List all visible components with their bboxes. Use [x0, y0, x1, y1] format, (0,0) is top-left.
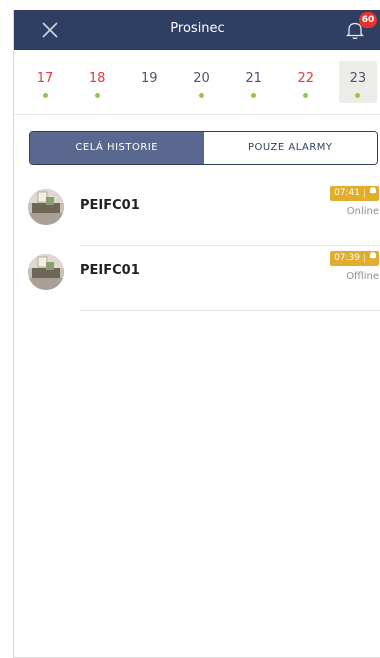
date-21[interactable]: 21 — [235, 61, 273, 103]
event-dot — [42, 93, 48, 98]
bell-small-icon — [369, 251, 377, 266]
list-item[interactable]: PEIFC01 07:41 Online — [14, 182, 380, 246]
avatar — [28, 189, 64, 225]
event-dot — [198, 93, 204, 98]
event-dot — [355, 93, 361, 98]
page-title: Prosinec — [170, 21, 225, 36]
history-filter: CELÁ HISTORIE POUZE ALARMY — [29, 131, 378, 165]
divider — [80, 310, 380, 311]
divider — [80, 245, 380, 246]
app-screen: Prosinec 60 17 18 19 20 21 22 23 CELÁ HI… — [13, 10, 380, 658]
date-18[interactable]: 18 — [78, 61, 116, 103]
device-status: Offline — [346, 271, 379, 282]
date-19[interactable]: 19 — [130, 61, 168, 103]
event-dot — [94, 93, 100, 98]
date-23-selected[interactable]: 23 — [338, 61, 377, 103]
top-bar: Prosinec 60 — [14, 10, 380, 50]
date-17[interactable]: 17 — [26, 61, 64, 103]
event-dot — [303, 93, 309, 98]
date-label: 22 — [297, 71, 315, 86]
date-strip: 17 18 19 20 21 22 23 — [14, 50, 380, 115]
event-time: 07:39 — [334, 253, 360, 263]
bell-small-icon — [369, 186, 377, 201]
badge-separator — [364, 254, 365, 263]
list-item[interactable]: PEIFC01 07:39 Offline — [14, 247, 380, 311]
date-label: 19 — [141, 71, 158, 86]
alarm-time-badge: 07:39 — [330, 251, 379, 266]
device-name: PEIFC01 — [80, 263, 140, 278]
device-name: PEIFC01 — [80, 198, 140, 213]
date-label: 23 — [349, 71, 367, 86]
event-dot — [251, 93, 257, 98]
device-status: Online — [346, 206, 379, 217]
tab-alarms-only[interactable]: POUZE ALARMY — [203, 132, 377, 164]
date-label: 18 — [88, 71, 106, 86]
tab-all-history[interactable]: CELÁ HISTORIE — [30, 132, 204, 164]
avatar — [28, 254, 64, 290]
date-22[interactable]: 22 — [287, 61, 325, 103]
date-label: 20 — [193, 71, 210, 86]
alarm-time-badge: 07:41 — [330, 186, 379, 201]
date-label: 21 — [245, 71, 262, 86]
badge-separator — [364, 189, 365, 198]
date-label: 17 — [36, 71, 54, 86]
event-time: 07:41 — [334, 188, 360, 198]
notification-badge: 60 — [359, 12, 377, 28]
date-20[interactable]: 20 — [182, 61, 220, 103]
